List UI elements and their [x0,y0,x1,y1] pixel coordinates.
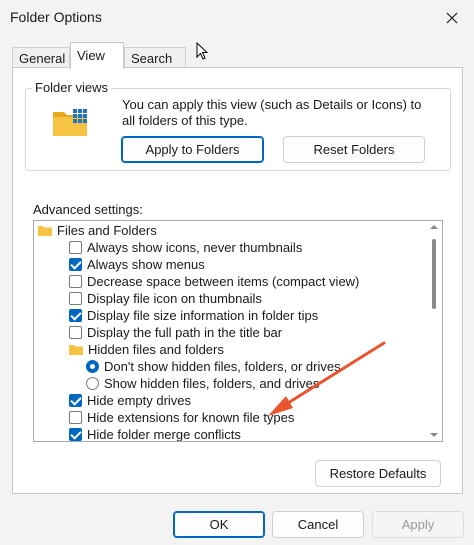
restore-defaults-button[interactable]: Restore Defaults [315,460,441,487]
list-item-hide-folder-merge-conflicts[interactable]: Hide folder merge conflicts [69,426,241,442]
advanced-settings-label: Advanced settings: [33,202,143,217]
list-item-label: Display file size information in folder … [87,308,319,323]
checkbox[interactable] [69,275,82,288]
dialog-footer: OK Cancel Apply [0,494,474,545]
arrow-annotation [268,341,386,416]
list-item-display-full-path[interactable]: Display the full path in the title bar [69,324,282,341]
tab-general-label: General [19,51,66,66]
checkbox[interactable] [69,309,82,322]
tab-view-label: View [77,48,105,63]
apply-to-folders-button[interactable]: Apply to Folders [121,136,264,163]
apply-label: Apply [401,517,435,532]
mouse-cursor-icon [196,42,209,60]
title-bar: Folder Options [0,0,474,38]
list-item-display-file-icon[interactable]: Display file icon on thumbnails [69,290,262,307]
list-item-label: Always show icons, never thumbnails [87,240,303,255]
radio-button[interactable] [86,377,99,390]
folder-icon [38,226,52,236]
list-item-label: Hide empty drives [87,393,192,408]
list-item-hide-empty-drives[interactable]: Hide empty drives [69,392,191,409]
list-item-label: Display file icon on thumbnails [87,291,262,306]
apply-to-folders-label: Apply to Folders [145,142,240,157]
cancel-label: Cancel [297,517,339,532]
reset-folders-label: Reset Folders [313,142,395,157]
tab-search-label: Search [131,51,173,66]
list-item-label: Display the full path in the title bar [87,325,283,340]
view-tab-panel: Folder views You can apply this view (su… [12,67,463,494]
scrollbar[interactable] [426,221,442,441]
folder-grid-icon [53,109,87,136]
checkbox[interactable] [69,411,82,424]
checkbox[interactable] [69,326,82,339]
folder-views-legend: Folder views [32,80,111,95]
folder-views-group: Folder views You can apply this view (su… [25,80,451,171]
list-item-label: Always show menus [87,257,205,272]
ok-label: OK [209,517,229,532]
list-item-label: Hide folder merge conflicts [87,427,241,442]
close-icon [446,12,458,24]
close-button[interactable] [430,0,474,36]
list-item-files-and-folders: Files and Folders [38,222,157,239]
list-item-display-file-size[interactable]: Display file size information in folder … [69,307,318,324]
window-title: Folder Options [10,9,102,25]
scroll-down-icon[interactable] [430,433,438,437]
list-item-label: Files and Folders [57,223,157,238]
list-item-always-show-menus[interactable]: Always show menus [69,256,205,273]
tab-search[interactable]: Search [124,47,186,68]
list-item-label: Hidden files and folders [88,342,224,357]
tab-view[interactable]: View [70,42,124,69]
ok-button[interactable]: OK [173,511,265,538]
restore-defaults-label: Restore Defaults [329,466,427,481]
list-item-hidden-files-and-folders: Hidden files and folders [69,341,224,358]
radio-button[interactable] [86,360,99,373]
list-item-always-show-icons[interactable]: Always show icons, never thumbnails [69,239,302,256]
checkbox[interactable] [69,428,82,441]
reset-folders-button[interactable]: Reset Folders [283,136,425,163]
checkbox[interactable] [69,241,82,254]
apply-button[interactable]: Apply [372,511,464,538]
list-item-decrease-space[interactable]: Decrease space between items (compact vi… [69,273,359,290]
checkbox[interactable] [69,292,82,305]
scroll-up-icon[interactable] [430,225,438,229]
tab-general[interactable]: General [12,47,70,68]
folder-views-description: You can apply this view (such as Details… [122,97,422,128]
checkbox[interactable] [69,258,82,271]
list-item-label: Decrease space between items (compact vi… [87,274,360,289]
cancel-button[interactable]: Cancel [272,511,364,538]
folder-icon [69,345,83,355]
scrollbar-thumb[interactable] [432,239,436,309]
checkbox[interactable] [69,394,82,407]
